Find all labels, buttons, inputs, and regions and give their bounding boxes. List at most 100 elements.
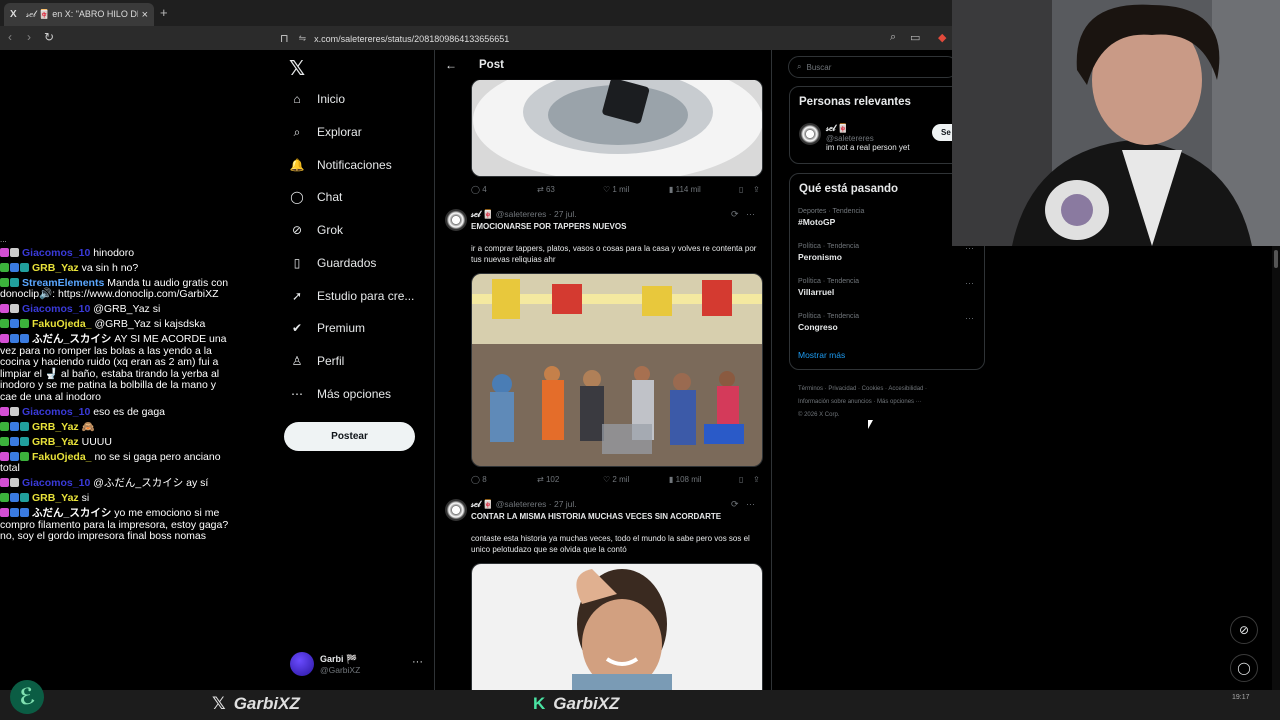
browser-tab[interactable]: X 𝓈𝑒𝓁 🀄 en X: "ABRO HILO DE TO × (4, 3, 154, 26)
trend-item[interactable]: Política · Tendencia Peronismo ··· (798, 243, 978, 262)
avatar[interactable] (445, 499, 467, 521)
chat-message: ふだん_スカイシ yo me emociono si me compro fil… (0, 507, 232, 543)
forward-arrow-icon[interactable]: › (27, 30, 31, 44)
bookmark-icon[interactable]: ⊓ (280, 32, 289, 45)
trend-name: Peronismo (798, 252, 842, 262)
tweet-handle[interactable]: @saletereres · 27 jul. (496, 499, 577, 509)
reload-icon[interactable]: ↻ (44, 30, 54, 44)
tweet-more-icon[interactable]: ⟳ ··· (731, 499, 755, 510)
more-icon: ⋯ (291, 387, 303, 401)
bookmark-icon[interactable]: ▯ (739, 185, 753, 194)
extension-icon[interactable]: ◆ (938, 31, 946, 44)
zoom-icon[interactable]: ⌕ (890, 31, 896, 44)
footer-line: © 2026 X Corp. (798, 412, 840, 418)
messages-icon[interactable]: ◯ (1230, 654, 1258, 682)
x-logo-icon[interactable]: 𝕏 (289, 56, 305, 81)
trend-more-icon[interactable]: ··· (965, 313, 974, 323)
footer-line[interactable]: Información sobre anuncios · Más opcione… (798, 396, 978, 409)
browser-tab-strip: X 𝓈𝑒𝓁 🀄 en X: "ABRO HILO DE TO × + (0, 0, 960, 26)
scrollbar-thumb[interactable] (1274, 250, 1278, 268)
chat-badge-icon (0, 406, 9, 416)
browser-toolbar: ‹ › ↻ ⊓ ⇋ x.com/saletereres/status/20818… (0, 26, 960, 50)
chat-message: GRB_Yaz 🙈 (0, 420, 232, 434)
x-logo-icon: 𝕏 (212, 694, 226, 713)
grok-icon[interactable]: ⊘ (1230, 616, 1258, 644)
chat-badge-icon (0, 247, 9, 257)
account-more-icon[interactable]: ··· (412, 656, 423, 668)
nav-item-grok[interactable]: ⊘ Grok (290, 223, 343, 237)
tweet-more-icon[interactable]: ⟳ ··· (731, 209, 755, 220)
tweet-handle[interactable]: @saletereres · 27 jul. (496, 209, 577, 219)
repost-button[interactable]: ⇄ 63 (537, 185, 603, 194)
chat-badge-icon (10, 421, 19, 431)
nav-item-premium[interactable]: ✔ Premium (290, 321, 365, 335)
share-icon[interactable]: ⇪ (753, 475, 760, 484)
share-icon[interactable]: ⇪ (753, 185, 760, 194)
reply-button[interactable]: ◯ 4 (471, 185, 537, 194)
chat-username: Giacomos_10 (22, 246, 91, 259)
chat-username: Giacomos_10 (22, 477, 91, 489)
cast-icon[interactable]: ▭ (910, 31, 920, 44)
reply-button[interactable]: ◯ 8 (471, 475, 537, 484)
views-count[interactable]: ▮ 108 mil (669, 475, 739, 484)
nav-item-label: Guardados (317, 256, 377, 270)
chat-username: FakuOjeda_ (32, 450, 92, 463)
tweet-author[interactable]: 𝓈𝑒𝓁 🀄 (471, 499, 493, 509)
back-arrow-icon[interactable]: ‹ (8, 30, 12, 44)
site-info-icon[interactable]: ⇋ (299, 33, 307, 44)
tweet-image-supermarket[interactable] (471, 273, 763, 467)
trend-context: Política · Tendencia (798, 243, 859, 250)
chat-text: eso es de gaga (93, 405, 166, 418)
tweet-author[interactable]: 𝓈𝑒𝓁 🀄 (471, 209, 493, 219)
chat-username: GRB_Yaz (32, 492, 79, 504)
scrollbar[interactable] (1272, 246, 1280, 690)
relevant-name[interactable]: 𝓈𝑒𝓁 🀄 (826, 123, 910, 134)
chat-text: 🙈 (81, 420, 95, 433)
views-count[interactable]: ▮ 114 mil (669, 185, 739, 194)
nav-item-más-opciones[interactable]: ⋯ Más opciones (290, 387, 391, 401)
mouse-cursor (868, 420, 873, 429)
chat-badge-icon (0, 436, 9, 446)
tweet-image-facepalm[interactable] (471, 563, 763, 690)
trend-item[interactable]: Política · Tendencia Villarruel ··· (798, 278, 978, 297)
chat-message: GRB_Yaz si (0, 492, 232, 505)
post-button[interactable]: Postear (284, 422, 415, 451)
bookmark-icon[interactable]: ▯ (739, 475, 753, 484)
like-button[interactable]: ♡ 2 mil (603, 475, 669, 484)
footer-line[interactable]: Términos · Privacidad · Cookies · Accesi… (798, 383, 978, 396)
chat-username: ふだん_スカイシ (32, 507, 112, 519)
chat-badge-icon (0, 277, 9, 287)
relevant-handle[interactable]: @saletereres (826, 134, 910, 143)
like-button[interactable]: ♡ 1 mil (603, 185, 669, 194)
page-title: Post (479, 59, 504, 71)
supermarket-image (472, 274, 762, 466)
trend-item[interactable]: Política · Tendencia Congreso ··· (798, 313, 978, 332)
trend-item[interactable]: Deportes · Tendencia #MotoGP (798, 208, 978, 227)
nav-item-perfil[interactable]: ♙ Perfil (290, 354, 345, 368)
repost-button[interactable]: ⇄ 102 (537, 475, 603, 484)
search-input[interactable]: ⌕ Buscar (788, 56, 958, 78)
address-bar[interactable]: ⊓ ⇋ x.com/saletereres/status/20818098641… (280, 30, 900, 47)
tab-title: 𝓈𝑒𝓁 🀄 en X: "ABRO HILO DE TO (26, 9, 138, 19)
nav-item-explorar[interactable]: ⌕ Explorar (290, 125, 362, 140)
chat-badge-icon (0, 478, 9, 487)
nav-item-guardados[interactable]: ▯ Guardados (290, 256, 377, 270)
tab-close-button[interactable]: × (142, 9, 148, 21)
nav-item-chat[interactable]: ◯ Chat (290, 190, 342, 204)
nav-item-notificaciones[interactable]: 🔔 Notificaciones (290, 158, 392, 172)
new-tab-button[interactable]: + (160, 5, 168, 20)
show-more-link[interactable]: Mostrar más (798, 350, 845, 360)
nav-item-inicio[interactable]: ⌂ Inicio (290, 92, 345, 106)
chat-badge-icon (10, 451, 19, 461)
nav-item-estudio-para-cre-[interactable]: ➚ Estudio para cre... (290, 289, 414, 303)
back-arrow-icon[interactable]: ← (445, 58, 457, 72)
tweet-image-toilet[interactable] (471, 79, 763, 177)
chat-badge-icon (20, 262, 29, 272)
avatar[interactable] (799, 123, 821, 145)
trending-title: Qué está pasando (799, 183, 899, 195)
trend-more-icon[interactable]: ··· (965, 278, 974, 288)
footer-links: Términos · Privacidad · Cookies · Accesi… (798, 383, 978, 422)
account-switcher[interactable]: Garbi 🏁 @GarbiXZ (290, 652, 360, 676)
facepalm-image (472, 564, 762, 690)
avatar[interactable] (445, 209, 467, 231)
